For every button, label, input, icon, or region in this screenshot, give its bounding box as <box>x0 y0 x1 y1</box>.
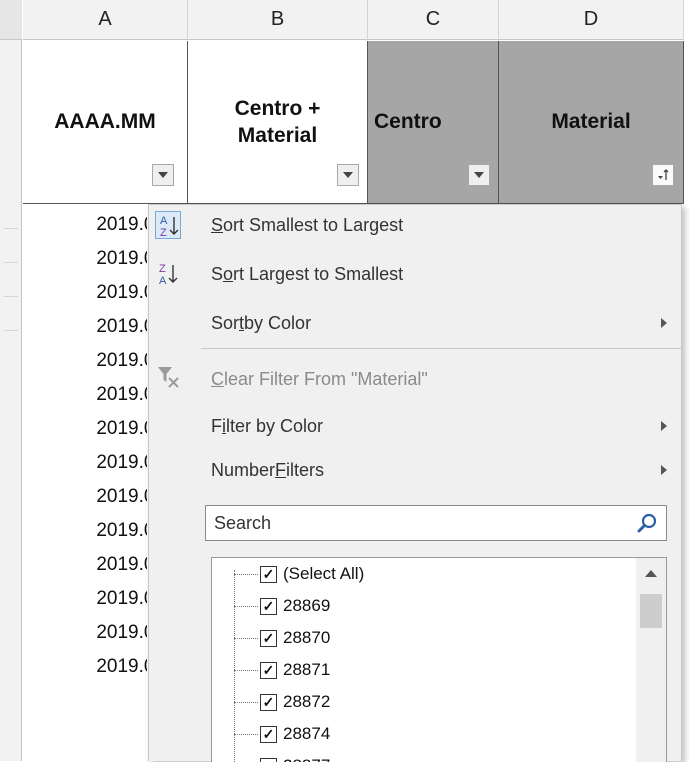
filter-sort-button-d[interactable] <box>652 164 674 186</box>
filter-dropdown-button-c[interactable] <box>468 164 490 186</box>
list-item[interactable]: ✓ 28871 <box>234 654 330 686</box>
filter-dropdown-button-a[interactable] <box>152 164 174 186</box>
data-cell[interactable]: 2019.04 <box>23 514 147 547</box>
submenu-arrow-icon <box>661 318 667 328</box>
menu-item-sort-smallest-to-largest[interactable]: Sort Smallest to Largest <box>211 208 403 242</box>
clear-filter-icon <box>155 363 181 391</box>
header-label-line1: Centro + <box>235 95 321 122</box>
data-cell[interactable]: 2019.04 <box>23 344 147 377</box>
data-cell[interactable]: 2019.04 <box>23 310 147 343</box>
data-cell[interactable]: 2019.04 <box>23 378 147 411</box>
list-item-label: 28874 <box>283 724 330 744</box>
autofilter-menu: A Z Sort Smallest to Largest Z A Sort La… <box>148 204 682 761</box>
search-icon[interactable] <box>636 512 658 534</box>
checkbox-checked-icon[interactable]: ✓ <box>260 726 277 743</box>
svg-text:A: A <box>159 275 167 287</box>
header-label-line2: Material <box>235 122 321 149</box>
menu-item-sort-by-color[interactable]: Sort by Color <box>211 306 681 340</box>
filter-values-list[interactable]: ✓ (Select All) ✓ 28869 ✓ 28870 ✓ 28871 ✓… <box>211 557 667 762</box>
column-header-c[interactable]: C <box>368 0 499 40</box>
search-placeholder: Search <box>214 506 271 540</box>
list-item[interactable]: ✓ 28877 <box>234 750 330 762</box>
checkbox-checked-icon[interactable]: ✓ <box>260 566 277 583</box>
checkbox-checked-icon[interactable]: ✓ <box>260 758 277 762</box>
list-item[interactable]: ✓ 28869 <box>234 590 330 622</box>
list-item-label: 28870 <box>283 628 330 648</box>
row-divider <box>4 262 18 263</box>
list-item-label: (Select All) <box>283 564 364 584</box>
submenu-arrow-icon <box>661 465 667 475</box>
svg-text:Z: Z <box>159 263 166 275</box>
scroll-up-arrow-icon[interactable] <box>645 570 657 577</box>
column-header-b[interactable]: B <box>188 0 368 40</box>
column-header-a[interactable]: A <box>23 0 188 40</box>
checkbox-checked-icon[interactable]: ✓ <box>260 630 277 647</box>
data-cell[interactable]: 2019.04 <box>23 208 147 241</box>
data-cell[interactable]: 2019.04 <box>23 650 147 683</box>
sort-descending-icon: Z A <box>155 260 181 288</box>
menu-item-clear-filter[interactable]: Clear Filter From "Material" <box>211 362 428 396</box>
header-label: Centro <box>374 108 442 135</box>
chevron-down-icon <box>474 172 484 178</box>
list-item-label: 28869 <box>283 596 330 616</box>
checkbox-checked-icon[interactable]: ✓ <box>260 694 277 711</box>
list-item[interactable]: ✓ 28872 <box>234 686 330 718</box>
data-cell[interactable]: 2019.04 <box>23 548 147 581</box>
row-header-strip <box>0 0 22 761</box>
svg-text:Z: Z <box>160 227 167 239</box>
chevron-down-icon <box>343 172 353 178</box>
row-divider <box>4 296 18 297</box>
select-all-corner[interactable] <box>0 0 22 40</box>
svg-text:A: A <box>160 215 168 227</box>
checkbox-checked-icon[interactable]: ✓ <box>260 598 277 615</box>
menu-item-number-filters[interactable]: Number Filters <box>211 453 324 487</box>
row-divider <box>4 228 18 229</box>
data-cell[interactable]: 2019.04 <box>23 412 147 445</box>
list-item[interactable]: ✓ 28870 <box>234 622 330 654</box>
data-cell[interactable]: 2019.04 <box>23 446 147 479</box>
data-cell[interactable]: 2019.04 <box>23 616 147 649</box>
menu-item-sort-largest-to-smallest[interactable]: Sort Largest to Smallest <box>211 257 403 291</box>
submenu-arrow-icon <box>661 421 667 431</box>
chevron-down-icon <box>158 172 168 178</box>
scrollbar-thumb[interactable] <box>640 594 662 628</box>
list-item-select-all[interactable]: ✓ (Select All) <box>234 558 364 590</box>
header-label: Material <box>551 108 630 135</box>
search-input[interactable]: Search <box>205 505 667 541</box>
row-divider <box>4 330 18 331</box>
list-item-label: 28871 <box>283 660 330 680</box>
menu-separator <box>201 348 681 349</box>
sort-ascending-icon: A Z <box>155 211 181 239</box>
data-cell[interactable]: 2019.04 <box>23 582 147 615</box>
column-header-d[interactable]: D <box>499 0 684 40</box>
list-item[interactable]: ✓ 28874 <box>234 718 330 750</box>
data-cell[interactable]: 2019.04 <box>23 276 147 309</box>
list-item-label: 28872 <box>283 692 330 712</box>
header-label: AAAA.MM <box>54 108 155 135</box>
checkbox-checked-icon[interactable]: ✓ <box>260 662 277 679</box>
menu-item-filter-by-color[interactable]: Filter by Color <box>211 409 323 443</box>
data-cell[interactable]: 2019.04 <box>23 480 147 513</box>
vertical-scrollbar[interactable] <box>636 558 666 762</box>
data-cell[interactable]: 2019.04 <box>23 242 147 275</box>
sort-filter-icon <box>655 167 671 183</box>
list-item-label: 28877 <box>283 756 330 762</box>
filter-dropdown-button-b[interactable] <box>337 164 359 186</box>
